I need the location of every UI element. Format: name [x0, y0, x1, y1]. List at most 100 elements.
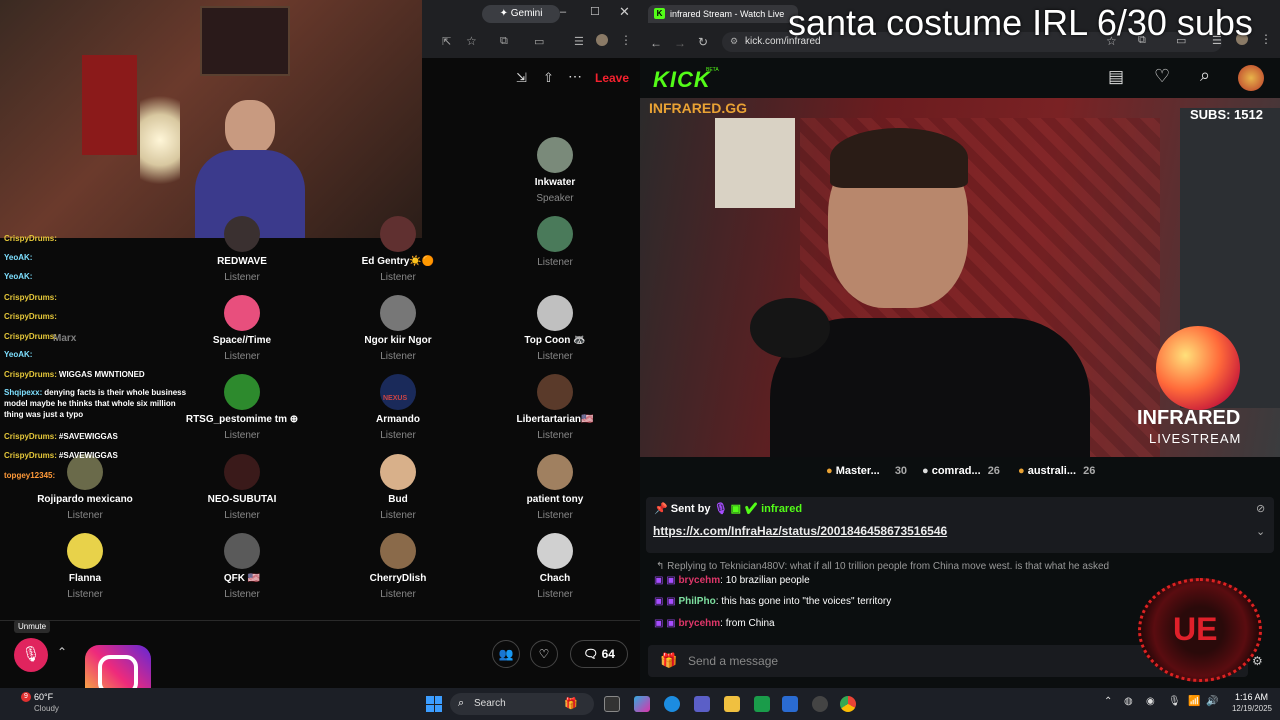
christmas-tree [140, 80, 180, 200]
chat-username: CrispyDrums: [4, 312, 57, 321]
back-icon[interactable]: ← [650, 36, 662, 50]
task-view-icon[interactable] [604, 696, 620, 712]
install-icon[interactable]: ⇱ [442, 35, 451, 48]
participant[interactable]: QFK 🇺🇸 Listener [172, 533, 312, 600]
share-icon[interactable]: ⇧ [543, 70, 554, 86]
kick-logo[interactable]: KICK [653, 67, 711, 93]
wall-flag [82, 55, 137, 155]
chat-message-row[interactable]: ▣ ▣ brycehm: from China [654, 618, 775, 629]
weather-temp[interactable]: 60°F [34, 692, 53, 702]
menu-icon[interactable]: ⋮ [620, 33, 632, 47]
active-tab[interactable]: K infrared Stream - Watch Live [648, 5, 798, 23]
participant[interactable]: NEO-SUBUTAI Listener [172, 454, 312, 521]
gifter-3[interactable]: ● australi... 26 [1018, 465, 1095, 477]
volume-icon[interactable]: 🔊 [1206, 696, 1218, 707]
participant[interactable]: REDWAVE Listener [172, 216, 312, 283]
reload-icon[interactable]: ↻ [698, 35, 708, 49]
hide-pin-icon[interactable]: ⊘ [1256, 502, 1265, 515]
participant[interactable]: Bud Listener [328, 454, 468, 521]
participants-button[interactable]: 👥 [492, 640, 520, 668]
avatar [67, 533, 103, 569]
minimize-icon[interactable]: – [560, 6, 566, 18]
reading-list-icon[interactable]: ☰ [574, 35, 584, 48]
stream-overlay-title: santa costume IRL 6/30 subs [788, 2, 1253, 43]
file-explorer-icon[interactable] [724, 696, 740, 712]
user-avatar[interactable] [1238, 65, 1264, 91]
gemini-button[interactable]: ✦ Gemini [482, 5, 560, 23]
chevron-down-icon[interactable]: ⌄ [1256, 525, 1265, 538]
chat-message-row[interactable]: ▣ ▣ brycehm: 10 brazilian people [654, 575, 810, 586]
maximize-icon[interactable]: ☐ [590, 5, 600, 18]
overlay-chat-line: Shqipexx: denying facts is their whole bu… [4, 387, 189, 420]
taskbar-search[interactable]: ⌕ Search 🎁 [450, 693, 594, 715]
copilot-icon[interactable] [634, 696, 650, 712]
participant[interactable]: RTSG_pestomime tm ⊕ Listener [172, 374, 312, 441]
leave-button[interactable]: Leave [595, 71, 629, 85]
pinned-link[interactable]: https://x.com/InfraHaz/status/2001846458… [653, 524, 947, 538]
chrome-icon[interactable] [840, 696, 856, 712]
participant[interactable]: Flanna Listener [15, 533, 155, 600]
chat-username: topgey12345: [4, 471, 56, 480]
bookmark-star-icon[interactable]: ☆ [466, 34, 477, 48]
minimize-space-icon[interactable]: ⇲ [516, 70, 527, 86]
tab-search-icon[interactable]: ▭ [534, 35, 544, 48]
tray-app-icon[interactable]: ◍ [1124, 696, 1133, 707]
participant[interactable]: Ngor kiir Ngor Listener [328, 295, 468, 362]
chat-username[interactable]: brycehm [678, 575, 720, 586]
clock-time[interactable]: 1:16 AM [1228, 692, 1268, 702]
chat-username[interactable]: PhilPho [678, 596, 715, 607]
chevron-up-icon[interactable]: ⌃ [57, 645, 67, 659]
people-icon: 👥 [498, 647, 514, 661]
streamer-hair [830, 128, 968, 188]
store-icon[interactable] [782, 696, 798, 712]
participant-name: Top Coon 🦝 [524, 335, 586, 346]
participant[interactable]: Rojipardo mexicano Listener [15, 454, 155, 521]
chat-username: Shqipexx: [4, 388, 43, 397]
chat-text: from China [725, 618, 775, 629]
tray-chevron-icon[interactable]: ⌃ [1104, 696, 1112, 707]
chat-message-row[interactable]: ▣ ▣ PhilPho: this has gone into "the voi… [654, 596, 891, 607]
wifi-icon[interactable]: 📶 [1188, 696, 1200, 707]
brand-line1: INFRARED [1137, 407, 1241, 429]
settings-icon[interactable]: ⚙ [1252, 654, 1263, 668]
menu-icon[interactable]: ⋮ [1260, 32, 1272, 46]
participant[interactable]: Ed Gentry☀️🟠 Listener [328, 216, 468, 283]
participant-role: Listener [537, 257, 573, 268]
close-icon[interactable]: ✕ [619, 4, 630, 20]
badge-icon: ▣ ▣ [654, 575, 679, 586]
teams-icon[interactable] [694, 696, 710, 712]
gifter-2[interactable]: ● comrad... 26 [922, 465, 1000, 477]
profile-avatar[interactable] [596, 34, 608, 46]
gift-icon[interactable]: 🎁 [660, 652, 677, 669]
participant[interactable]: Listener [485, 216, 625, 268]
app-icon[interactable] [812, 696, 828, 712]
comments-button[interactable]: 🗨 64 [570, 640, 628, 668]
start-tile [426, 704, 434, 712]
participant[interactable]: Chach Listener [485, 533, 625, 600]
heart-icon[interactable]: ♡ [1154, 66, 1170, 87]
avatar [380, 295, 416, 331]
windows-start-icon[interactable] [426, 696, 442, 712]
forward-icon[interactable]: → [674, 36, 686, 50]
participant[interactable]: Inkwater Speaker [485, 137, 625, 204]
xbox-icon[interactable] [754, 696, 770, 712]
participant[interactable]: Libertartarian🇺🇸 Listener [485, 374, 625, 441]
extensions-icon[interactable]: ⧉ [500, 35, 508, 48]
participant[interactable]: CherryDlish Listener [328, 533, 468, 600]
participant[interactable]: Space//Time Listener [172, 295, 312, 362]
participant[interactable]: patient tony Listener [485, 454, 625, 521]
gifter-1[interactable]: ● Master... 30 [826, 465, 907, 477]
stream-video[interactable]: INFRARED.GG SUBS: 1512 INFRARED LIVESTRE… [640, 98, 1280, 457]
tray-app-icon[interactable]: ◉ [1146, 696, 1155, 707]
participant[interactable]: Armando Listener [328, 374, 468, 441]
edge-icon[interactable] [664, 696, 680, 712]
chat-username[interactable]: brycehm [678, 618, 720, 629]
following-icon[interactable]: ▤ [1108, 67, 1124, 87]
chat-username: CrispyDrums: [4, 432, 57, 441]
unmute-button[interactable]: 🎙 [14, 638, 48, 672]
microphone-icon[interactable]: 🎙 [1168, 696, 1181, 707]
more-options-icon[interactable]: ⋯ [568, 68, 582, 85]
search-icon[interactable]: ⌕ [1200, 65, 1210, 86]
participant[interactable]: Top Coon 🦝 Listener [485, 295, 625, 362]
react-button[interactable]: ♡ [530, 640, 558, 668]
